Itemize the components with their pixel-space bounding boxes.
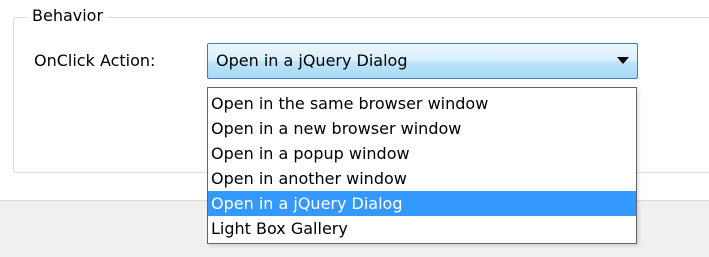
onclick-action-selected-value: Open in a jQuery Dialog xyxy=(216,51,408,70)
onclick-action-select[interactable]: Open in a jQuery Dialog xyxy=(207,43,638,79)
dropdown-option-popup-window[interactable]: Open in a popup window xyxy=(208,141,636,166)
dropdown-option-another-window[interactable]: Open in another window xyxy=(208,166,636,191)
dropdown-option-label: Open in the same browser window xyxy=(211,94,489,113)
dropdown-option-label: Open in a new browser window xyxy=(211,119,462,138)
dropdown-option-label: Open in another window xyxy=(211,169,407,188)
behavior-group-title: Behavior xyxy=(28,6,108,26)
onclick-action-label: OnClick Action: xyxy=(34,51,156,70)
dropdown-option-label: Open in a popup window xyxy=(211,144,410,163)
dropdown-option-same-window[interactable]: Open in the same browser window xyxy=(208,91,636,116)
dropdown-option-jquery-dialog[interactable]: Open in a jQuery Dialog xyxy=(208,191,636,216)
dropdown-option-label: Light Box Gallery xyxy=(211,219,348,238)
chevron-down-icon[interactable] xyxy=(617,57,629,65)
dropdown-option-new-window[interactable]: Open in a new browser window xyxy=(208,116,636,141)
onclick-action-dropdown-list: Open in the same browser window Open in … xyxy=(207,87,637,244)
dropdown-option-light-box-gallery[interactable]: Light Box Gallery xyxy=(208,216,636,241)
dropdown-option-label: Open in a jQuery Dialog xyxy=(211,194,403,213)
